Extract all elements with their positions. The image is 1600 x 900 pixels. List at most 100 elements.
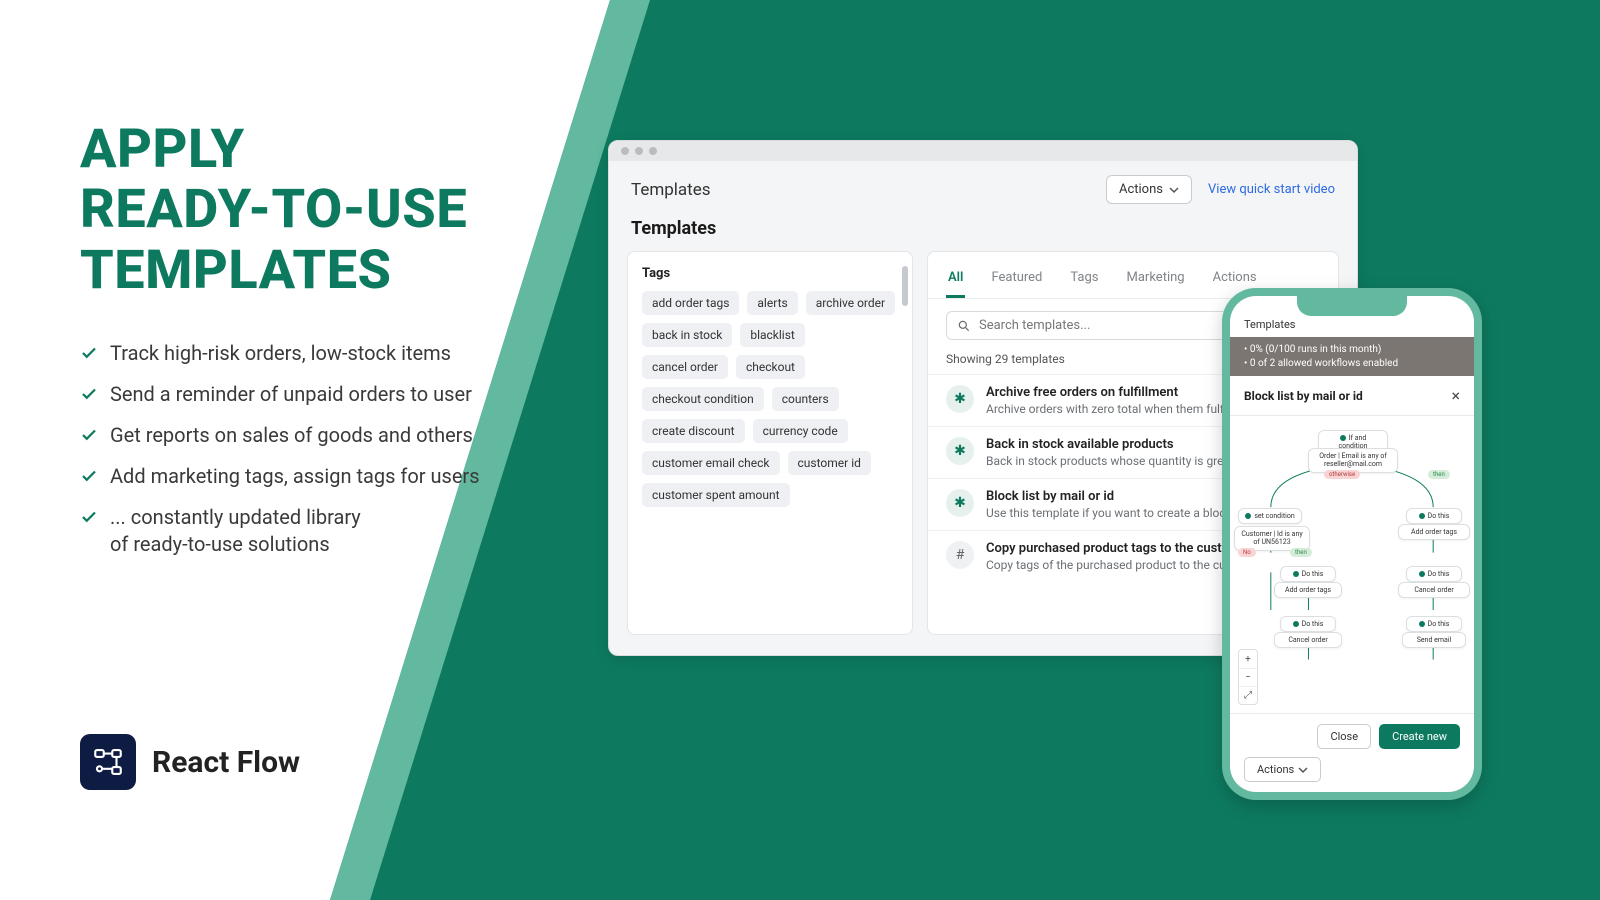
template-desc: Archive orders with zero total when them… [986,402,1249,416]
node-label: set condition [1254,512,1294,520]
window-titlebar [609,141,1357,161]
tags-panel: Tags add order tags alerts archive order… [627,251,913,635]
workflow-canvas[interactable]: If and condition Order | Email is any of… [1230,416,1474,713]
node-label: Do this [1302,620,1324,628]
tag-pill[interactable]: add order tags [642,291,739,315]
tag-pill[interactable]: archive order [806,291,895,315]
node-set-condition[interactable]: set condition [1238,508,1302,524]
bullet-text: Get reports on sales of goods and others [110,422,473,449]
tab-marketing[interactable]: Marketing [1125,262,1187,298]
node-label: Add order tags [1285,586,1331,594]
tag-pill[interactable]: checkout [736,355,805,379]
pill-then: then [1290,548,1312,557]
zoom-out-button[interactable]: − [1239,668,1257,686]
window-dot [649,147,657,155]
window-header-actions: Actions View quick start video [1106,175,1335,204]
bullet-text: Add marketing tags, assign tags for user… [110,463,480,490]
phone-actions-button[interactable]: Actions [1244,757,1321,782]
node-label: Do this [1302,570,1324,578]
hash-icon: # [946,541,974,569]
phone-banner-line: • 0% (0/100 runs in this month) [1244,343,1460,357]
brand-name: React Flow [152,745,300,780]
tag-pill[interactable]: customer email check [642,451,780,475]
phone-template-title: Block list by mail or id [1244,389,1363,403]
tag-pill[interactable]: counters [772,387,839,411]
tag-pill[interactable]: back in stock [642,323,732,347]
node-label: Send email [1417,636,1451,644]
bullet-item: Send a reminder of unpaid orders to user [80,381,480,408]
phone-footer-buttons: Close Create new [1244,724,1460,749]
quick-start-video-link[interactable]: View quick start video [1208,182,1335,197]
bullet-item: Add marketing tags, assign tags for user… [80,463,480,490]
node-label: Do this [1428,620,1450,628]
phone-mockup: Templates • 0% (0/100 runs in this month… [1222,288,1482,800]
phone-usage-banner: • 0% (0/100 runs in this month) • 0 of 2… [1230,337,1474,376]
node-label: Order | Email is any of reseller@mail.co… [1319,452,1387,468]
actions-button-label: Actions [1119,182,1163,197]
tag-pill[interactable]: currency code [753,419,848,443]
bullet-item: Track high-risk orders, low-stock items [80,340,480,367]
tags-scrollbar[interactable] [902,266,908,306]
feature-bullet-list: Track high-risk orders, low-stock items … [80,340,480,558]
node-add-tags[interactable]: Add order tags [1274,582,1342,598]
phone-banner-line: • 0 of 2 allowed workflows enabled [1244,357,1460,371]
node-do-this[interactable]: Do this [1280,566,1336,582]
search-placeholder: Search templates... [979,318,1090,333]
headline: APPLY READY-TO-USE TEMPLATES [80,120,467,301]
node-label: Add order tags [1411,528,1457,536]
actions-button[interactable]: Actions [1106,175,1192,204]
node-do-this[interactable]: Do this [1406,616,1462,632]
pill-then: then [1428,470,1450,479]
canvas-controls: + − ⤢ [1238,649,1258,705]
bullet-text: ... constantly updated library of ready-… [110,504,361,558]
caret-down-icon [1298,765,1308,775]
window-title: Templates [631,180,711,200]
tag-pill[interactable]: cancel order [642,355,728,379]
node-add-tags[interactable]: Add order tags [1398,524,1470,540]
node-cancel-order[interactable]: Cancel order [1274,632,1342,648]
tab-tags[interactable]: Tags [1068,262,1100,298]
node-do-this[interactable]: Do this [1280,616,1336,632]
search-icon [957,319,971,333]
check-icon [80,344,98,362]
caret-down-icon [1169,185,1179,195]
template-text: Archive free orders on fulfillment Archi… [986,385,1249,416]
check-icon [80,467,98,485]
tag-pill[interactable]: blacklist [740,323,805,347]
tab-all[interactable]: All [946,262,965,298]
zoom-in-button[interactable]: + [1239,650,1257,668]
phone-actions-label: Actions [1257,763,1294,776]
tags-heading: Tags [642,266,898,281]
brand-lockup: React Flow [80,734,300,790]
bullet-text: Track high-risk orders, low-stock items [110,340,451,367]
spark-icon: ✱ [946,385,974,413]
phone-screen: Templates • 0% (0/100 runs in this month… [1230,296,1474,792]
node-label: Cancel order [1288,636,1327,644]
tag-pill[interactable]: alerts [747,291,797,315]
close-icon[interactable]: × [1451,386,1460,405]
node-cancel-order[interactable]: Cancel order [1398,582,1470,598]
phone-header: Block list by mail or id × [1230,376,1474,416]
tag-pill[interactable]: checkout condition [642,387,764,411]
tag-pill[interactable]: customer id [788,451,871,475]
tag-pill[interactable]: create discount [642,419,745,443]
fit-view-button[interactable]: ⤢ [1239,686,1257,704]
node-label: Do this [1428,512,1450,520]
node-label: Customer | Id is any of UN56123 [1241,530,1302,546]
tags-container: add order tags alerts archive order back… [642,291,898,507]
close-button[interactable]: Close [1317,724,1371,749]
section-title: Templates [609,214,1357,251]
bullet-item: Get reports on sales of goods and others [80,422,480,449]
node-do-this[interactable]: Do this [1406,508,1462,524]
tag-pill[interactable]: customer spent amount [642,483,790,507]
node-send-email[interactable]: Send email [1402,632,1466,648]
node-do-this[interactable]: Do this [1406,566,1462,582]
pill-otherwise: otherwise [1324,470,1360,479]
create-new-button[interactable]: Create new [1379,724,1460,749]
window-dot [635,147,643,155]
window-header: Templates Actions View quick start video [609,161,1357,214]
pill-no: No [1238,548,1256,557]
check-icon [80,426,98,444]
flow-icon [91,745,125,779]
tab-featured[interactable]: Featured [989,262,1044,298]
